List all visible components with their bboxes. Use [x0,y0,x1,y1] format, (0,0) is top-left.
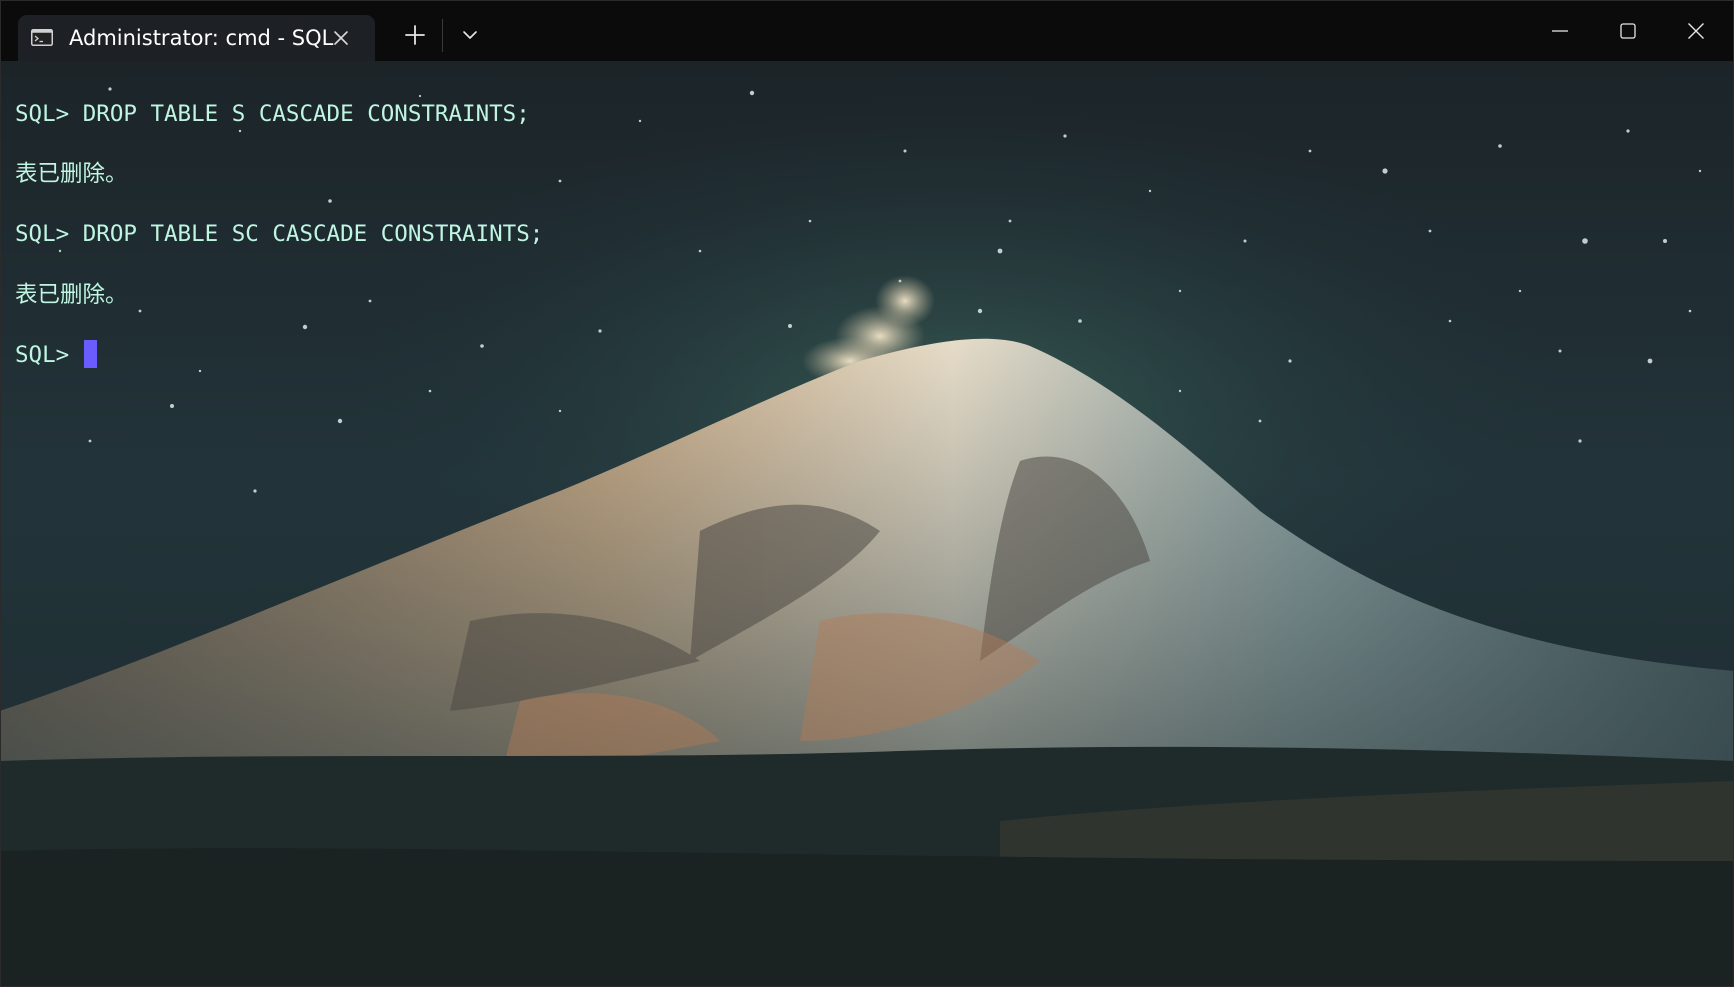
terminal-line-2: 表已删除。 [15,161,128,188]
tab-title: Administrator: cmd - SQL [69,26,334,50]
terminal-line-4: 表已删除。 [15,281,128,308]
chevron-down-icon[interactable] [452,15,488,55]
close-icon [1688,23,1704,39]
terminal-line-3: SQL> DROP TABLE SC CASCADE CONSTRAINTS; [15,221,544,248]
close-icon[interactable] [331,28,351,48]
tab-cmd-sql[interactable]: Administrator: cmd - SQL [18,15,375,61]
maximize-button[interactable] [1594,0,1662,61]
terminal-icon [31,29,53,46]
terminal-line-1: SQL> DROP TABLE S CASCADE CONSTRAINTS; [15,101,530,127]
minimize-icon [1552,30,1568,32]
minimize-button[interactable] [1526,0,1594,61]
title-bar[interactable]: Administrator: cmd - SQL [0,0,1734,61]
terminal-output: SQL> DROP TABLE S CASCADE CONSTRAINTS; 表… [15,99,543,400]
plus-icon[interactable] [394,15,436,55]
sql-prompt: SQL> [15,341,83,368]
terminal-prompt-line[interactable]: SQL> [15,339,543,370]
maximize-icon [1620,23,1636,39]
close-window-button[interactable] [1662,0,1730,61]
terminal-area[interactable]: SQL> DROP TABLE S CASCADE CONSTRAINTS; 表… [0,61,1734,987]
terminal-window: Administrator: cmd - SQL SQL> DROP TABLE… [0,0,1734,987]
text-cursor [83,339,97,368]
tab-divider [442,19,443,52]
